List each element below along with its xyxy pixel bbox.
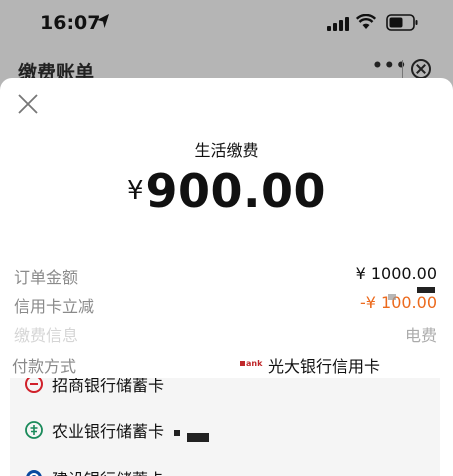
payment-info-row: 缴费信息 电费 (0, 320, 453, 346)
card-number-mask (187, 433, 209, 442)
selected-payment-card: 光大银行信用卡 (268, 357, 381, 376)
cmb-bank-icon (25, 378, 43, 393)
payment-info-label: 缴费信息 (14, 326, 79, 345)
battery-icon (386, 14, 418, 31)
status-bar: 16:07 (0, 0, 453, 48)
card-number-mask (174, 430, 180, 436)
card-number-mask (417, 287, 435, 293)
cellular-signal-icon (327, 17, 349, 31)
payment-option-label: 农业银行储蓄卡 (52, 422, 165, 441)
status-time: 16:07 (40, 12, 101, 34)
capsule-divider (402, 60, 403, 78)
service-name: 生活缴费 (194, 141, 259, 160)
payment-option-label: 建设银行储蓄卡 (52, 466, 164, 476)
payment-option-label: 招商银行储蓄卡 (52, 378, 165, 395)
close-icon[interactable] (16, 92, 40, 116)
abc-bank-icon (25, 421, 43, 439)
payment-method-row[interactable]: 付款方式 ank 光大银行信用卡 (0, 348, 453, 382)
ceb-bank-logo-icon: ank (240, 359, 262, 368)
payment-option-cmb[interactable]: 招商银行储蓄卡 (10, 378, 220, 400)
wifi-icon (356, 14, 376, 29)
credit-card-discount-row: 信用卡立减 -¥ 100.00 (0, 291, 453, 317)
credit-card-discount-value: -¥ 100.00 (359, 293, 437, 312)
order-amount-value: ¥ 1000.00 (355, 264, 437, 283)
location-arrow-icon (97, 14, 109, 28)
ccb-bank-icon (26, 470, 42, 476)
payment-option-ccb[interactable]: 建设银行储蓄卡 (10, 464, 220, 476)
amount-value: 900.00 (145, 164, 327, 218)
payment-method-label: 付款方式 (12, 357, 77, 376)
mini-program-close-icon[interactable] (411, 59, 431, 79)
card-number-mask (388, 294, 396, 300)
order-amount-row: 订单金额 ¥ 1000.00 (0, 262, 453, 288)
payment-card-dropdown: 招商银行储蓄卡 农业银行储蓄卡 建设银行储蓄卡 (10, 378, 440, 476)
credit-card-discount-label: 信用卡立减 (14, 297, 95, 316)
currency-symbol: ¥ (126, 176, 144, 206)
payment-amount: ¥900.00 (0, 164, 453, 218)
payment-info-value: 电费 (404, 326, 437, 345)
order-amount-label: 订单金额 (14, 268, 79, 287)
